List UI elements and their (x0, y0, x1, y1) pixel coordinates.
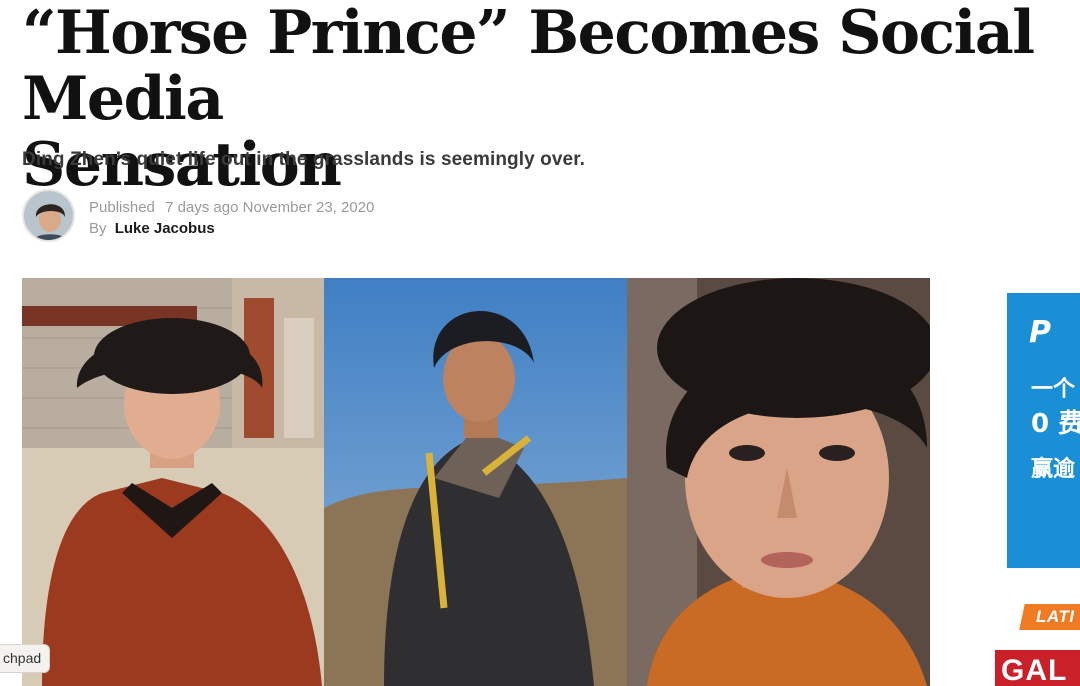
hero-photo-3 (627, 278, 930, 686)
sidebar-advertisement[interactable]: P 一个 0 费 赢逾 (1007, 293, 1080, 568)
latest-thumb-text: GAL (1001, 654, 1068, 686)
published-label: Published (89, 199, 155, 216)
ad-line-2: 0 费 (1031, 409, 1080, 439)
paypal-logo-icon: P (1029, 315, 1051, 350)
hero-photo-2 (324, 278, 627, 686)
published-ago: 7 days ago (165, 199, 239, 216)
author-link[interactable]: Luke Jacobus (115, 220, 215, 237)
article-subheadline: Ding Zhen’s quiet life out in the grassl… (22, 149, 586, 170)
article-hero-image (22, 278, 930, 686)
ad-line-1: 一个 (1031, 377, 1076, 402)
ad-line-3: 赢逾 (1031, 457, 1076, 482)
article-byline: Published 7 days ago November 23, 2020 B… (22, 189, 522, 245)
touchpad-tooltip: chpad (0, 644, 51, 673)
latest-section-label: LATI (1036, 607, 1075, 626)
published-date: November 23, 2020 (242, 199, 375, 216)
latest-article-thumbnail[interactable]: GAL (995, 650, 1080, 686)
by-label: By (89, 220, 107, 237)
hero-photo-1 (22, 278, 324, 686)
author-avatar[interactable] (22, 189, 75, 242)
